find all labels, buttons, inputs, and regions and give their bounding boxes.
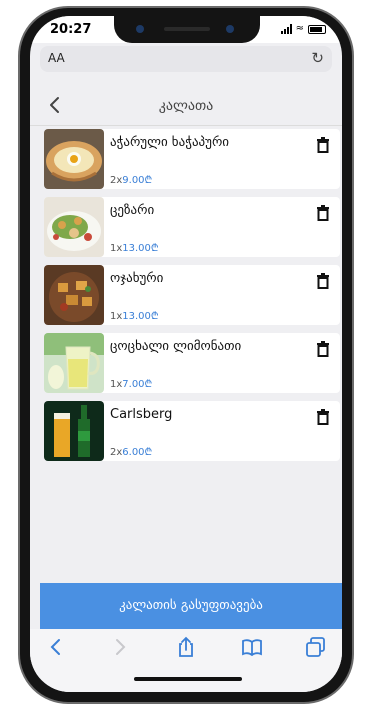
item-quantity-price: 2x9.00₾ xyxy=(110,172,152,186)
khachapuri-thumbnail xyxy=(44,129,104,189)
item-price: 13.00₾ xyxy=(122,243,159,254)
item-name: ცეზარი xyxy=(110,203,155,218)
ojakhuri-thumbnail xyxy=(44,265,104,325)
notch xyxy=(114,16,260,43)
item-quantity: 2x xyxy=(110,447,123,458)
status-time: 20:27 xyxy=(50,22,92,37)
browser-toolbar xyxy=(30,629,342,692)
item-quantity-price: 2x6.00₾ xyxy=(110,444,152,458)
address-bar[interactable]: AA ↻ xyxy=(40,46,332,72)
cart-item[interactable]: Carlsberg 2x6.00₾ xyxy=(44,401,340,461)
screen: 20:27 ≈ AA ↻ კალათა აჭარული ხაჭაპური 2x9… xyxy=(30,16,342,692)
item-quantity: 1x xyxy=(110,379,123,390)
item-quantity: 1x xyxy=(110,243,123,254)
home-indicator xyxy=(134,677,242,681)
beer-thumbnail xyxy=(44,401,104,461)
cart-item[interactable]: აჭარული ხაჭაპური 2x9.00₾ xyxy=(44,129,340,189)
bookmarks-icon[interactable] xyxy=(240,635,264,659)
cart-list: აჭარული ხაჭაპური 2x9.00₾ ცეზარი 1x13.00₾… xyxy=(44,129,340,469)
item-price: 9.00₾ xyxy=(122,175,153,186)
item-price: 6.00₾ xyxy=(122,447,153,458)
item-name: ცოცხალი ლიმონათი xyxy=(110,339,242,354)
lemonade-thumbnail xyxy=(44,333,104,393)
tabs-icon[interactable] xyxy=(304,635,328,659)
trash-icon[interactable] xyxy=(316,341,330,357)
item-quantity: 1x xyxy=(110,311,123,322)
caesar-salad-thumbnail xyxy=(44,197,104,257)
item-quantity-price: 1x13.00₾ xyxy=(110,308,159,322)
battery-icon xyxy=(308,24,326,34)
item-price: 7.00₾ xyxy=(122,379,153,390)
clear-cart-button[interactable]: კალათის გასუფთავება xyxy=(40,583,342,629)
signal-icon xyxy=(280,24,292,34)
cart-item[interactable]: ოჯახური 1x13.00₾ xyxy=(44,265,340,325)
item-quantity-price: 1x13.00₾ xyxy=(110,240,159,254)
page-title: კალათა xyxy=(158,98,214,114)
status-icons: ≈ xyxy=(280,23,326,34)
trash-icon[interactable] xyxy=(316,409,330,425)
item-name: აჭარული ხაჭაპური xyxy=(110,135,230,150)
back-arrow-icon[interactable] xyxy=(44,635,68,659)
item-name: Carlsberg xyxy=(110,407,173,422)
share-icon[interactable] xyxy=(174,635,198,659)
item-name: ოჯახური xyxy=(110,271,164,286)
trash-icon[interactable] xyxy=(316,137,330,153)
item-quantity: 2x xyxy=(110,175,123,186)
app-header: კალათა xyxy=(30,86,342,126)
trash-icon[interactable] xyxy=(316,273,330,289)
wifi-icon: ≈ xyxy=(295,23,304,34)
cart-item[interactable]: ცეზარი 1x13.00₾ xyxy=(44,197,340,257)
forward-arrow-icon[interactable] xyxy=(108,635,132,659)
reader-aa-button[interactable]: AA xyxy=(48,51,65,65)
trash-icon[interactable] xyxy=(316,205,330,221)
cart-item[interactable]: ცოცხალი ლიმონათი 1x7.00₾ xyxy=(44,333,340,393)
item-quantity-price: 1x7.00₾ xyxy=(110,376,152,390)
reload-icon[interactable]: ↻ xyxy=(311,49,324,67)
item-price: 13.00₾ xyxy=(122,311,159,322)
